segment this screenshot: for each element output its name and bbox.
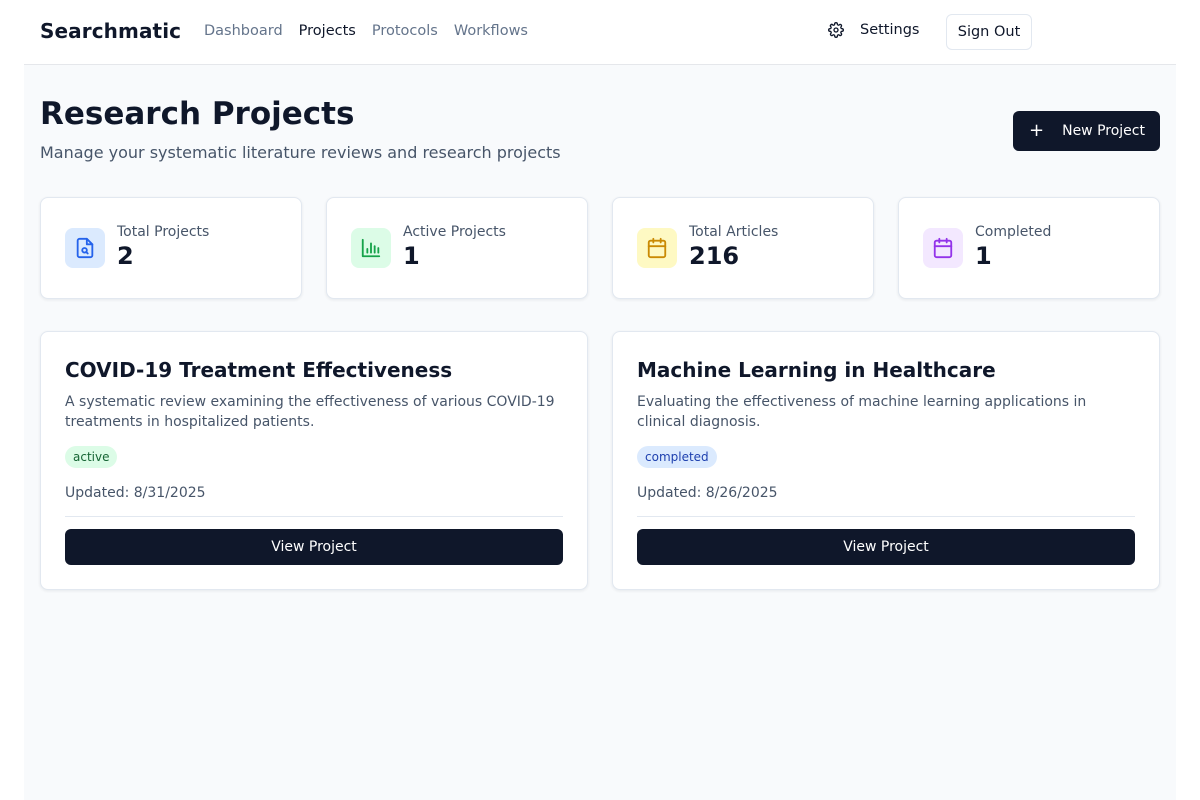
main-nav: Dashboard Projects Protocols Workflows <box>204 23 528 39</box>
file-search-icon <box>65 228 105 268</box>
stat-value: 1 <box>403 242 420 270</box>
stat-value: 1 <box>975 242 992 270</box>
project-description: A systematic review examining the effect… <box>65 394 555 430</box>
nav-item-protocols[interactable]: Protocols <box>372 23 438 39</box>
stat-value: 216 <box>689 242 740 270</box>
calendar-icon <box>637 228 677 268</box>
stat-card-active-projects: Active Projects 1 <box>326 197 588 299</box>
project-updated-date: Updated: 8/31/2025 <box>65 485 206 501</box>
stat-card-completed: Completed 1 <box>898 197 1160 299</box>
stat-value: 2 <box>117 242 134 270</box>
plus-icon: + <box>1029 120 1045 141</box>
settings-button[interactable]: Settings <box>828 22 919 38</box>
status-badge: completed <box>637 446 717 468</box>
view-project-button[interactable]: View Project <box>637 529 1135 565</box>
nav-item-dashboard[interactable]: Dashboard <box>204 23 283 39</box>
calendar-icon <box>923 228 963 268</box>
brand-logo[interactable]: Searchmatic <box>40 19 181 43</box>
project-card: COVID-19 Treatment Effectiveness A syste… <box>40 331 588 590</box>
project-title: COVID-19 Treatment Effectiveness <box>65 358 453 382</box>
stat-card-total-articles: Total Articles 216 <box>612 197 874 299</box>
gear-icon <box>828 22 844 38</box>
card-divider <box>637 516 1135 517</box>
nav-item-projects[interactable]: Projects <box>299 23 356 39</box>
top-header: Searchmatic Dashboard Projects Protocols… <box>0 0 1200 65</box>
new-project-button[interactable]: + New Project <box>1013 111 1160 151</box>
project-card: Machine Learning in Healthcare Evaluatin… <box>612 331 1160 590</box>
stat-card-total-projects: Total Projects 2 <box>40 197 302 299</box>
view-project-button[interactable]: View Project <box>65 529 563 565</box>
header-divider <box>24 64 1176 65</box>
settings-label: Settings <box>860 22 920 38</box>
stat-label: Total Articles <box>689 224 779 240</box>
stat-label: Total Projects <box>117 224 210 240</box>
page-subtitle: Manage your systematic literature review… <box>40 143 561 162</box>
project-description: Evaluating the effectiveness of machine … <box>637 394 1087 430</box>
new-project-label: New Project <box>1062 123 1145 139</box>
project-updated-date: Updated: 8/26/2025 <box>637 485 778 501</box>
project-title: Machine Learning in Healthcare <box>637 358 996 382</box>
stat-label: Completed <box>975 224 1052 240</box>
sign-out-button[interactable]: Sign Out <box>946 14 1032 50</box>
page-title: Research Projects <box>40 96 355 132</box>
card-divider <box>65 516 563 517</box>
bar-chart-icon <box>351 228 391 268</box>
stat-label: Active Projects <box>403 224 506 240</box>
status-badge: active <box>65 446 118 468</box>
nav-item-workflows[interactable]: Workflows <box>454 23 528 39</box>
